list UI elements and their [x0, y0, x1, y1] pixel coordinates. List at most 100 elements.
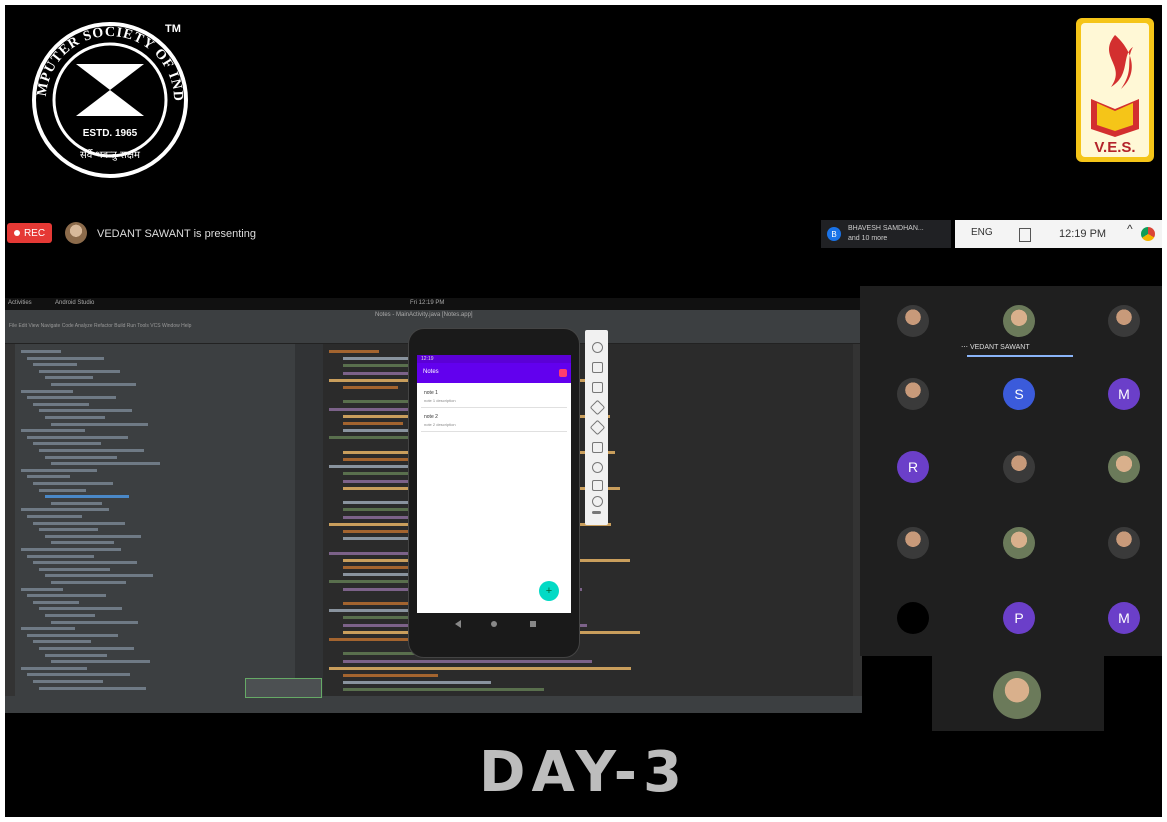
project-tree-row[interactable]: [21, 548, 121, 551]
participant-tile[interactable]: [1108, 451, 1140, 483]
project-tree-row[interactable]: [27, 475, 70, 479]
participant-tile[interactable]: R: [897, 451, 929, 483]
project-tree-row[interactable]: [45, 534, 141, 538]
code-line[interactable]: [343, 674, 438, 677]
language-indicator[interactable]: ENG: [971, 227, 993, 238]
menu-icon[interactable]: [559, 369, 567, 377]
project-tree-row[interactable]: [39, 647, 134, 650]
project-tree-row[interactable]: [21, 627, 75, 631]
project-tree-row[interactable]: [27, 554, 94, 558]
project-tree-row[interactable]: [21, 350, 61, 353]
participant-tile[interactable]: M: [1108, 378, 1140, 410]
project-tree-row[interactable]: [51, 501, 102, 505]
volume-up-icon[interactable]: [592, 362, 603, 373]
participant-tile[interactable]: [1003, 451, 1035, 483]
zoom-icon[interactable]: [592, 462, 603, 473]
project-tree-row[interactable]: [51, 383, 136, 386]
project-tree-row[interactable]: [45, 614, 95, 617]
project-tree-row[interactable]: [33, 363, 77, 367]
project-tree-row[interactable]: [39, 409, 132, 413]
project-tree-row[interactable]: [21, 429, 85, 433]
participant-tile[interactable]: [897, 378, 929, 410]
project-tree-row[interactable]: [33, 561, 137, 565]
project-tree-row[interactable]: [27, 435, 128, 439]
project-tree-row[interactable]: [39, 528, 98, 532]
project-tree-row[interactable]: [33, 600, 79, 604]
project-tree-row[interactable]: [39, 567, 110, 571]
project-tree-row[interactable]: [51, 660, 150, 664]
project-tree-row[interactable]: [45, 416, 105, 419]
code-line[interactable]: [329, 350, 379, 353]
add-note-button[interactable]: +: [539, 581, 559, 601]
project-tree-row[interactable]: [27, 356, 104, 360]
project-tree-row[interactable]: [33, 482, 113, 485]
code-line[interactable]: [329, 638, 419, 641]
code-line[interactable]: [329, 666, 631, 670]
project-tree-row[interactable]: [21, 587, 63, 591]
code-line[interactable]: [343, 688, 544, 692]
ide-left-toolstrip[interactable]: [5, 344, 15, 696]
participant-tile[interactable]: [993, 671, 1041, 719]
volume-down-icon[interactable]: [592, 382, 603, 393]
code-line[interactable]: [343, 458, 408, 461]
participant-tile[interactable]: S: [1003, 378, 1035, 410]
rotate-left-icon[interactable]: [589, 399, 606, 416]
project-tree-row[interactable]: [33, 442, 101, 446]
participant-tile[interactable]: [1108, 527, 1140, 559]
code-line[interactable]: [343, 530, 418, 533]
project-tree-row[interactable]: [51, 422, 148, 426]
os-app-name[interactable]: Android Studio: [55, 300, 94, 306]
code-line[interactable]: [343, 422, 403, 425]
project-tree-row[interactable]: [33, 402, 89, 406]
code-line[interactable]: [343, 681, 491, 685]
project-tree-row[interactable]: [27, 594, 106, 598]
project-tree-row[interactable]: [33, 680, 103, 683]
project-tree-row[interactable]: [21, 508, 109, 512]
home-button-icon[interactable]: [592, 496, 603, 507]
phone-screen[interactable]: 12:19 Notes note 1 note 1 description no…: [417, 355, 571, 613]
ide-menu-items[interactable]: File Edit View Navigate Code Analyze Ref…: [9, 323, 191, 329]
participant-tile[interactable]: P: [1003, 602, 1035, 634]
project-tree-row[interactable]: [51, 462, 160, 466]
participant-tile[interactable]: [897, 305, 929, 337]
back-button-icon[interactable]: [592, 480, 603, 491]
project-tree-row[interactable]: [39, 488, 86, 492]
project-tree-row[interactable]: [39, 686, 146, 690]
project-tree-row[interactable]: [45, 455, 117, 459]
chevron-up-icon[interactable]: ^: [1127, 222, 1133, 236]
clock[interactable]: 12:19 PM: [1059, 228, 1106, 240]
project-tree-row[interactable]: [39, 369, 120, 373]
power-icon[interactable]: [592, 342, 603, 353]
project-tree-row[interactable]: [39, 607, 122, 611]
more-icon[interactable]: [592, 511, 601, 514]
project-tree-row[interactable]: [45, 495, 129, 499]
rotate-right-icon[interactable]: [589, 419, 606, 436]
project-tree-row[interactable]: [21, 389, 73, 393]
participant-tile[interactable]: M: [1108, 602, 1140, 634]
project-tree-row[interactable]: [27, 396, 116, 400]
os-activities[interactable]: Activities: [8, 300, 32, 306]
participant-tile[interactable]: [897, 602, 929, 634]
note-card[interactable]: note 1 note 1 description: [421, 387, 567, 408]
project-tree-row[interactable]: [51, 620, 138, 624]
project-tree-row[interactable]: [33, 640, 91, 644]
project-tree-row[interactable]: [45, 376, 93, 380]
ide-notification[interactable]: [245, 678, 322, 698]
participants-chip[interactable]: B BHAVESH SAMDHAN... and 10 more: [821, 220, 951, 248]
code-line[interactable]: [343, 659, 592, 663]
project-tree-row[interactable]: [33, 521, 125, 525]
camera-icon[interactable]: [592, 442, 603, 453]
project-tree-row[interactable]: [21, 666, 87, 670]
code-line[interactable]: [343, 386, 398, 389]
project-tree-row[interactable]: [51, 541, 114, 545]
participant-tile-active[interactable]: [1003, 305, 1035, 337]
participant-tile[interactable]: [1108, 305, 1140, 337]
project-tree-row[interactable]: [39, 449, 144, 452]
project-tree-row[interactable]: [27, 515, 82, 518]
project-tree-row[interactable]: [51, 581, 126, 584]
participant-tile[interactable]: [1003, 527, 1035, 559]
project-tree-row[interactable]: [21, 468, 97, 472]
project-tree[interactable]: [15, 344, 295, 696]
note-card[interactable]: note 2 note 2 description: [421, 411, 567, 432]
project-tree-row[interactable]: [45, 574, 153, 578]
